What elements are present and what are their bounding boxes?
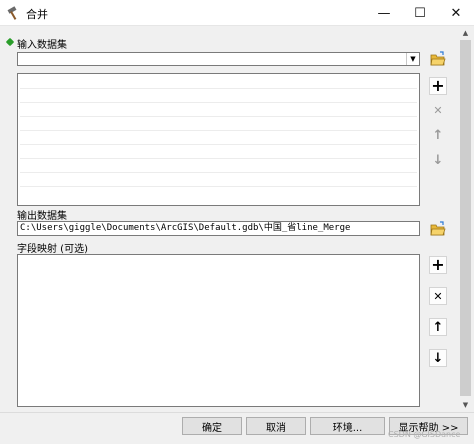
list-row-divider — [20, 102, 417, 103]
scrollbar-thumb[interactable] — [460, 40, 471, 396]
arrow-down-icon: ↓ — [432, 350, 444, 366]
list-row-divider — [20, 186, 417, 187]
plus-icon: + — [431, 255, 445, 274]
arrow-up-icon: ↑ — [432, 127, 444, 143]
list-row-divider — [20, 116, 417, 117]
add-input-button[interactable]: + — [429, 77, 447, 95]
hammer-icon — [6, 5, 22, 21]
open-folder-icon — [430, 51, 446, 66]
browse-output-folder-button[interactable] — [429, 220, 447, 238]
remove-x-icon: ✕ — [433, 103, 443, 117]
input-datasets-list[interactable] — [17, 73, 420, 206]
maximize-button[interactable]: ☐ — [402, 0, 438, 26]
ok-button[interactable]: 确定 — [182, 417, 242, 435]
move-input-down-button[interactable]: ↓ — [429, 151, 447, 169]
remove-x-icon: ✕ — [433, 289, 443, 303]
arrow-down-icon: ↓ — [432, 152, 444, 168]
environments-button[interactable]: 环境... — [310, 417, 385, 435]
required-indicator-icon — [5, 37, 15, 47]
list-row-divider — [20, 158, 417, 159]
scroll-down-arrow-icon[interactable]: ▼ — [460, 400, 471, 410]
window-title: 合并 — [26, 8, 48, 21]
browse-input-folder-button[interactable] — [429, 50, 447, 68]
dropdown-arrow-icon[interactable]: ▼ — [406, 53, 419, 65]
output-dataset-field[interactable]: C:\Users\giggle\Documents\ArcGIS\Default… — [17, 221, 420, 236]
field-map-tree[interactable] — [17, 254, 420, 407]
add-field-button[interactable]: + — [429, 256, 447, 274]
open-folder-icon — [430, 221, 446, 236]
input-dataset-combo[interactable]: ▼ — [17, 52, 420, 66]
field-map-label: 字段映射 (可选) — [17, 244, 88, 255]
list-row-divider — [20, 130, 417, 131]
list-row-divider — [20, 144, 417, 145]
list-row-divider — [20, 172, 417, 173]
cancel-button[interactable]: 取消 — [246, 417, 306, 435]
scroll-up-arrow-icon[interactable]: ▲ — [460, 28, 471, 38]
vertical-scrollbar[interactable]: ▲ ▼ — [457, 26, 474, 412]
remove-field-button[interactable]: ✕ — [429, 287, 447, 305]
remove-input-button[interactable]: ✕ — [429, 101, 447, 119]
arrow-up-icon: ↑ — [432, 319, 444, 335]
list-row-divider — [20, 88, 417, 89]
move-field-down-button[interactable]: ↓ — [429, 349, 447, 367]
output-dataset-label: 输出数据集 — [17, 211, 67, 222]
watermark-text: CSDN @GISDance — [388, 430, 461, 439]
move-input-up-button[interactable]: ↑ — [429, 126, 447, 144]
minimize-button[interactable]: — — [366, 0, 402, 26]
close-button[interactable]: ✕ — [438, 0, 474, 26]
move-field-up-button[interactable]: ↑ — [429, 318, 447, 336]
plus-icon: + — [431, 76, 445, 95]
title-bar: 合并 — ☐ ✕ — [0, 0, 474, 26]
input-datasets-label: 输入数据集 — [17, 40, 67, 51]
